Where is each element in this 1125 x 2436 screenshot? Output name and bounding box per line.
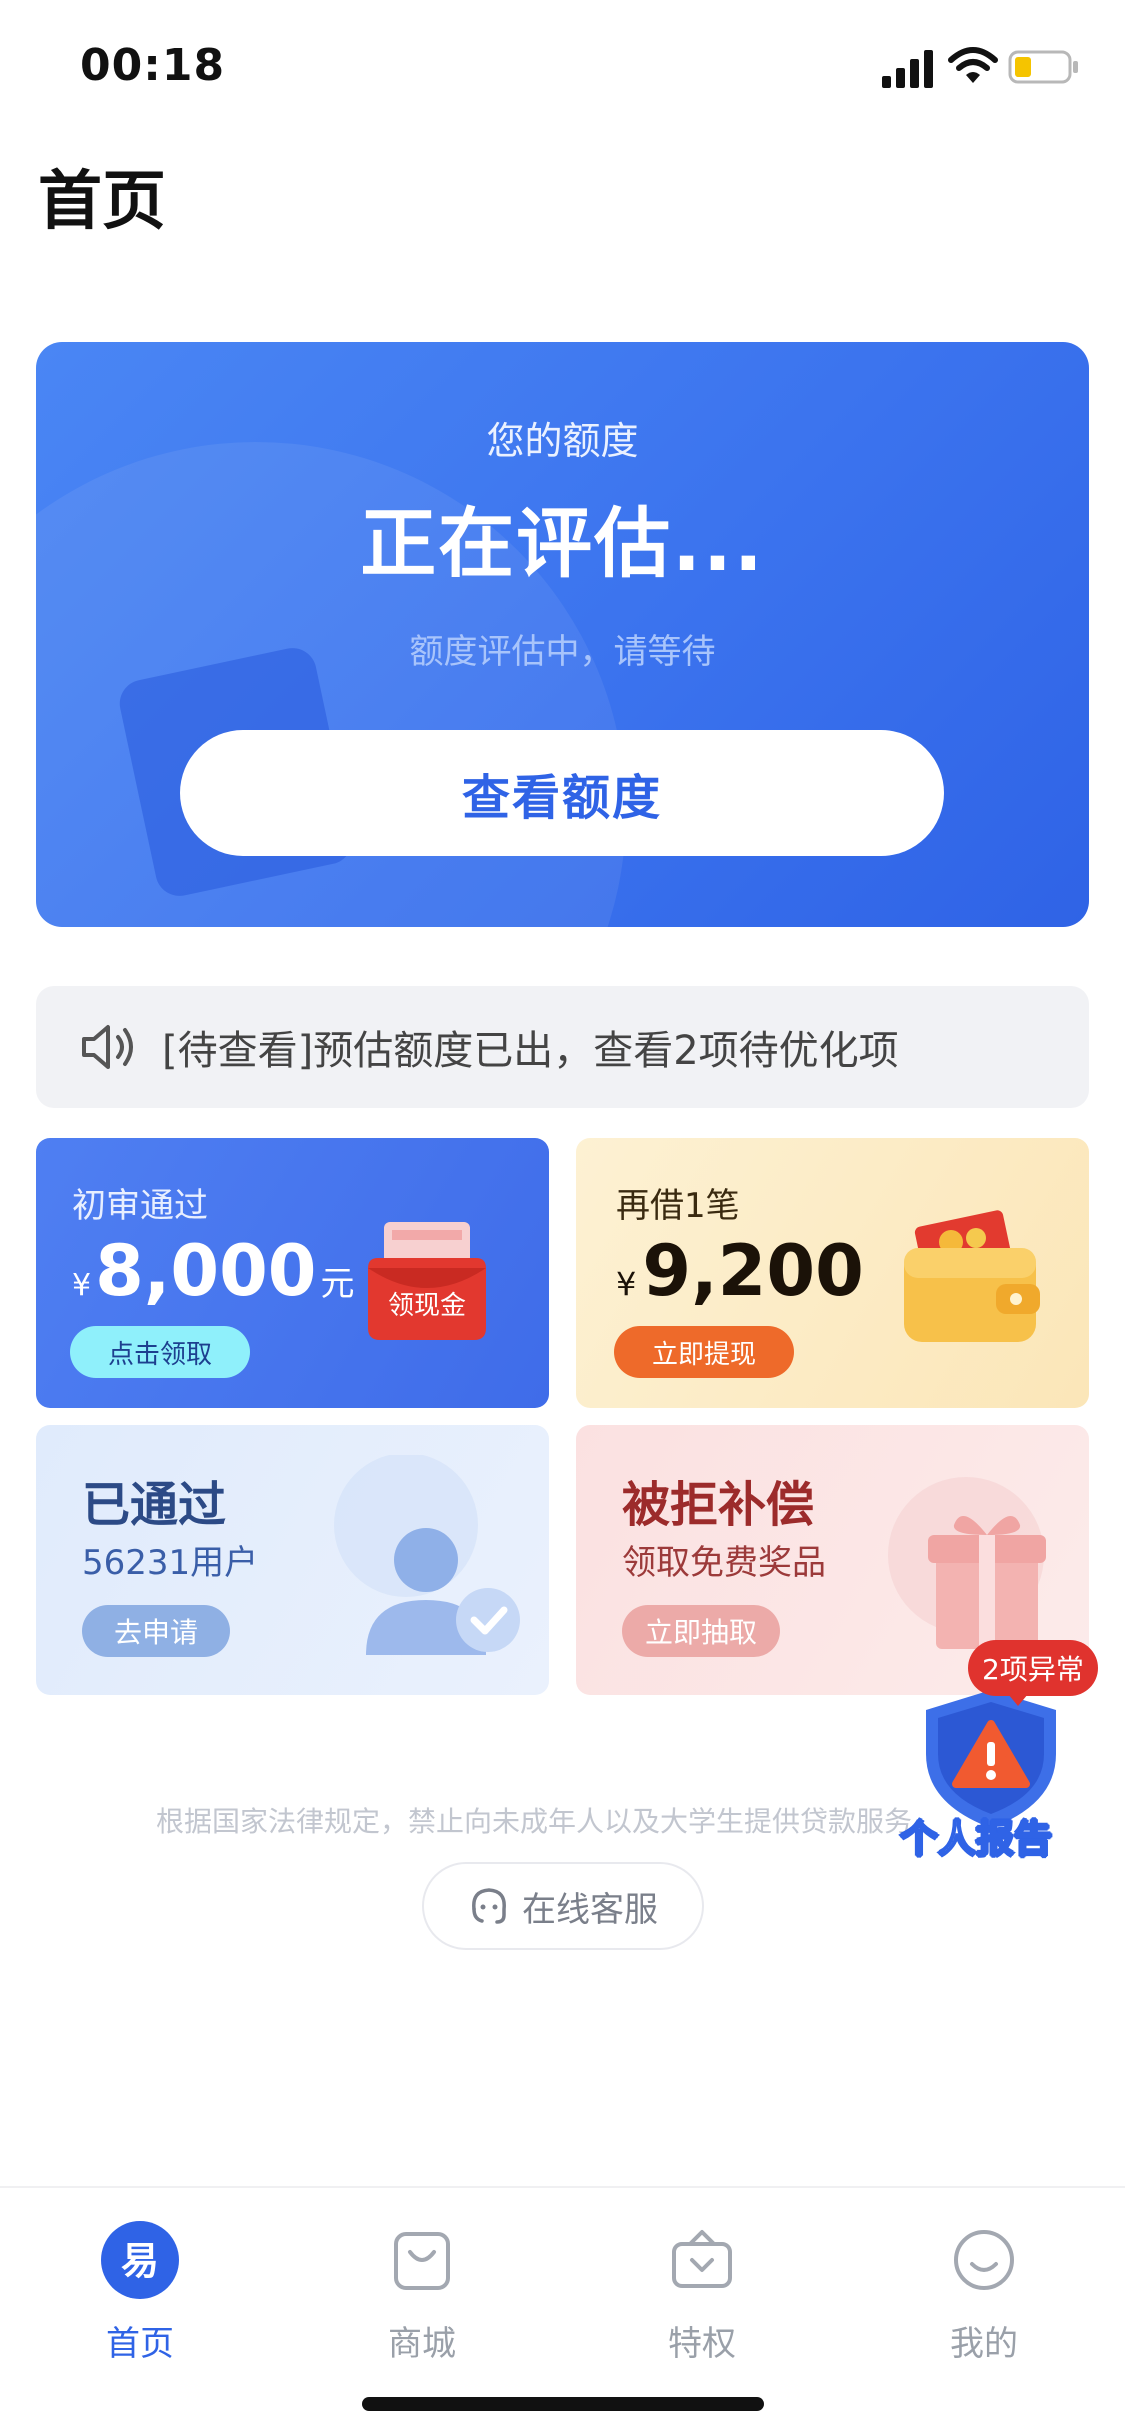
claim-button[interactable]: 点击领取 bbox=[70, 1326, 250, 1378]
tab-mall[interactable]: 商城 bbox=[332, 2208, 512, 2364]
amount-value: 9,200 bbox=[642, 1230, 864, 1312]
svg-text:易: 易 bbox=[121, 2239, 159, 2283]
tab-label: 我的 bbox=[950, 2324, 1018, 2364]
status-bar: 00:18 bbox=[0, 0, 1125, 130]
currency-symbol: ¥ bbox=[616, 1265, 637, 1303]
shopping-bag-icon bbox=[394, 2232, 450, 2290]
tile-subtitle: 56231用户 bbox=[82, 1543, 259, 1583]
first-review-tile[interactable]: 初审通过 ¥8,000 元 点击领取 领现金 bbox=[36, 1138, 549, 1408]
speaker-icon bbox=[82, 1025, 133, 1069]
svg-text:领现金: 领现金 bbox=[388, 1291, 466, 1321]
tile-caption: 初审通过 bbox=[72, 1186, 208, 1226]
status-time: 00:18 bbox=[80, 40, 226, 91]
tab-label: 商城 bbox=[388, 2324, 456, 2364]
home-logo-icon: 易 bbox=[101, 2221, 179, 2299]
report-label: 个人报告 bbox=[899, 1816, 1053, 1862]
tile-title: 已通过 bbox=[82, 1477, 227, 1533]
wifi-icon bbox=[948, 47, 998, 83]
quota-label: 您的额度 bbox=[486, 419, 639, 463]
cash-envelope-icon: 领现金 bbox=[368, 1222, 486, 1340]
tile-title: 被拒补偿 bbox=[622, 1477, 815, 1533]
tab-mine[interactable]: 我的 bbox=[894, 2208, 1074, 2364]
wallet-icon bbox=[904, 1210, 1040, 1342]
page-title: 首页 bbox=[38, 165, 166, 239]
tab-home[interactable]: 易 首页 bbox=[50, 2208, 230, 2364]
verified-user-icon bbox=[334, 1455, 520, 1655]
legal-disclaimer: 根据国家法律规定，禁止向未成年人以及大学生提供贷款服务 bbox=[156, 1805, 913, 1838]
online-service-label: 在线客服 bbox=[522, 1889, 658, 1930]
quota-card: 您的额度 正在评估... 额度评估中，请等待 查看额度 bbox=[36, 342, 1089, 927]
tile-amount: ¥8,000 元 bbox=[72, 1230, 355, 1312]
tab-label: 特权 bbox=[668, 2324, 736, 2364]
amount-unit: 元 bbox=[320, 1264, 355, 1304]
quota-subtitle: 额度评估中，请等待 bbox=[409, 632, 716, 672]
tile-caption: 再借1笔 bbox=[616, 1186, 740, 1226]
apply-button[interactable]: 去申请 bbox=[82, 1605, 230, 1657]
quota-status: 正在评估... bbox=[360, 499, 765, 588]
cellular-signal-icon bbox=[882, 50, 933, 88]
tab-privilege[interactable]: 特权 bbox=[612, 2208, 792, 2364]
tile-amount: ¥9,200 bbox=[616, 1230, 864, 1312]
draw-button[interactable]: 立即抽取 bbox=[622, 1605, 780, 1657]
notice-bar[interactable]: [待查看]预估额度已出，查看2项待优化项 bbox=[36, 986, 1089, 1108]
personal-report-float[interactable]: 2项异常 个人报告 bbox=[899, 1640, 1110, 1870]
customer-service-icon bbox=[472, 1888, 506, 1924]
privilege-box-icon bbox=[672, 2230, 732, 2288]
borrow-again-tile[interactable]: 再借1笔 ¥9,200 立即提现 bbox=[576, 1138, 1089, 1408]
anomaly-badge: 2项异常 bbox=[968, 1640, 1098, 1706]
home-indicator bbox=[362, 2397, 764, 2411]
view-quota-button[interactable]: 查看额度 bbox=[180, 730, 944, 856]
smiley-profile-icon bbox=[954, 2230, 1014, 2290]
withdraw-button[interactable]: 立即提现 bbox=[614, 1326, 794, 1378]
tile-subtitle: 领取免费奖品 bbox=[622, 1543, 826, 1583]
amount-value: 8,000 bbox=[95, 1230, 317, 1312]
battery-icon bbox=[1008, 50, 1078, 84]
approved-users-tile[interactable]: 已通过 56231用户 去申请 bbox=[36, 1425, 549, 1695]
notice-text: [待查看]预估额度已出，查看2项待优化项 bbox=[162, 1028, 899, 1074]
currency-symbol: ¥ bbox=[72, 1268, 92, 1303]
online-service-button[interactable]: 在线客服 bbox=[422, 1862, 704, 1950]
tab-label: 首页 bbox=[106, 2324, 174, 2364]
